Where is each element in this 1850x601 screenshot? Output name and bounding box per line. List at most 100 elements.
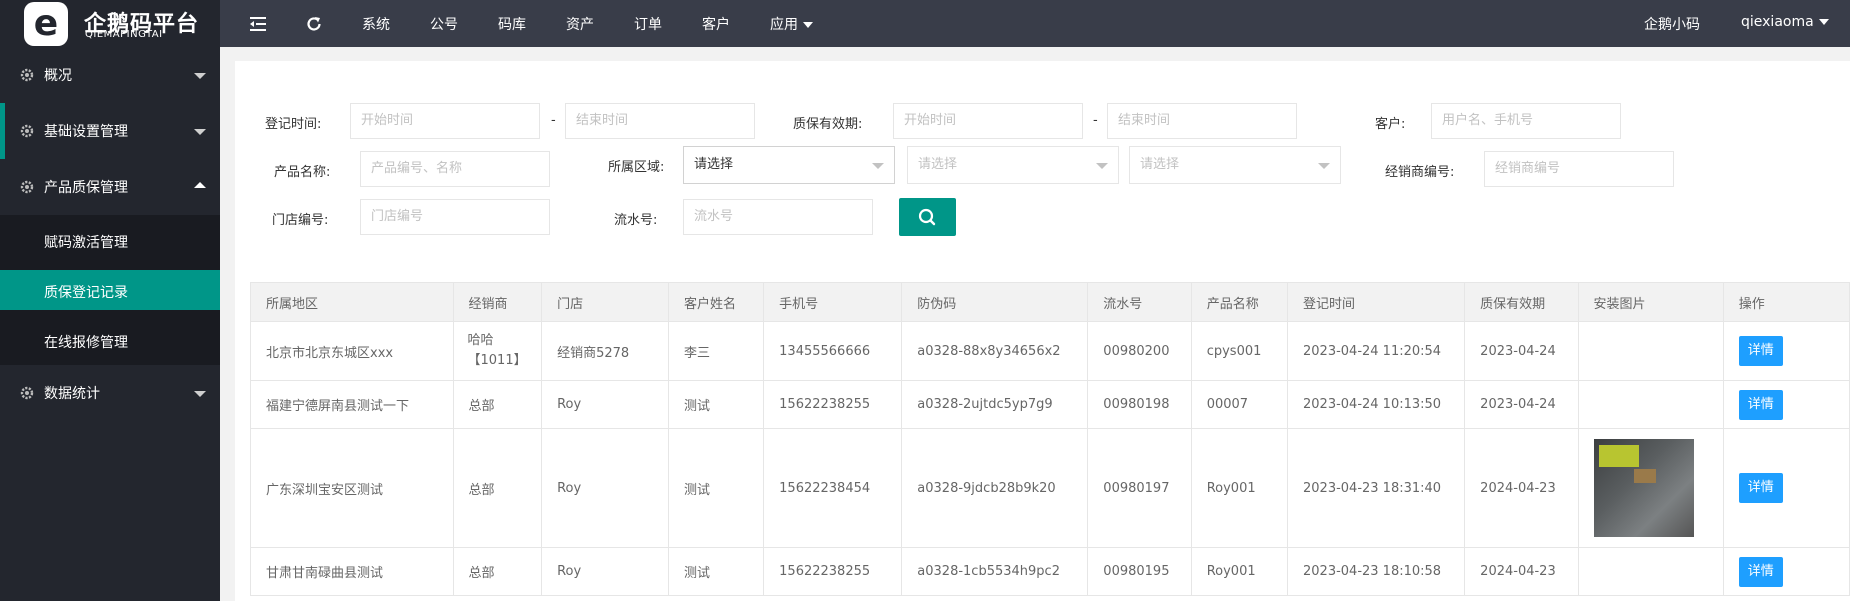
sidebar-item-product-warranty[interactable]: 产品质保管理 bbox=[0, 159, 220, 215]
search-icon bbox=[918, 208, 936, 226]
product-input[interactable]: 产品编号、名称 bbox=[360, 151, 550, 187]
nav-apps-label: 应用 bbox=[770, 17, 798, 33]
cell-warranty: 2023-04-24 bbox=[1464, 321, 1579, 381]
cell-anti-fake-code: a0328-9jdcb28b9k20 bbox=[901, 428, 1089, 548]
logo-icon: e bbox=[24, 2, 68, 46]
cell-customer-name: 测试 bbox=[667, 547, 765, 596]
product-label: 产品名称: bbox=[274, 165, 331, 180]
cell-serial: 00980200 bbox=[1087, 321, 1192, 381]
cell-dealer: 哈哈【1011】 bbox=[452, 321, 543, 381]
cell-serial: 00980195 bbox=[1087, 547, 1192, 596]
detail-button[interactable]: 详情 bbox=[1738, 556, 1783, 587]
cell-install-image bbox=[1577, 321, 1724, 381]
top-bar: e 企鹅码平台 QIEMAPINGTAI 系统 公号 码库 资产 订单 客户 应… bbox=[0, 0, 1850, 47]
header-product-name: 产品名称 bbox=[1190, 282, 1289, 322]
logo[interactable]: e 企鹅码平台 QIEMAPINGTAI bbox=[0, 0, 220, 47]
cell-phone: 13455566666 bbox=[763, 321, 903, 381]
cell-warranty: 2023-04-24 bbox=[1464, 380, 1579, 429]
cell-store: 经销商5278 bbox=[541, 321, 669, 381]
chevron-down-icon bbox=[1818, 19, 1829, 25]
cell-dealer: 总部 bbox=[452, 428, 543, 548]
header-phone: 手机号 bbox=[763, 282, 903, 322]
region-district-placeholder: 请选择 bbox=[1140, 157, 1180, 172]
header-install-image: 安装图片 bbox=[1577, 282, 1724, 322]
customer-input[interactable]: 用户名、手机号 bbox=[1431, 103, 1621, 139]
chevron-down-icon bbox=[194, 129, 206, 135]
region-province-value: 请选择 bbox=[694, 157, 734, 172]
menu-collapse-icon[interactable] bbox=[248, 14, 268, 34]
nav-orders[interactable]: 订单 bbox=[634, 14, 662, 34]
warranty-start-input[interactable]: 开始时间 bbox=[893, 103, 1083, 139]
cell-store: Roy bbox=[541, 380, 669, 429]
table-row: 甘肃甘南碌曲县测试 总部 Roy 测试 15622238255 a0328-1c… bbox=[250, 547, 1850, 596]
install-photo-thumbnail[interactable] bbox=[1593, 439, 1694, 537]
header-serial: 流水号 bbox=[1087, 282, 1192, 322]
cell-actions: 详情 bbox=[1722, 428, 1850, 548]
main-content: 登记时间: 开始时间 - 结束时间 质保有效期: 开始时间 - 结束时间 客户:… bbox=[235, 61, 1850, 601]
region-district-select[interactable]: 请选择 bbox=[1129, 146, 1341, 184]
cell-serial: 00980198 bbox=[1087, 380, 1192, 429]
table-header-row: 所属地区 经销商 门店 客户姓名 手机号 防伪码 流水号 产品名称 登记时间 质… bbox=[250, 282, 1850, 322]
sidebar-subitem-online-repair[interactable]: 在线报修管理 bbox=[0, 320, 220, 360]
chevron-down-icon bbox=[1318, 163, 1330, 169]
logo-subtitle: QIEMAPINGTAI bbox=[85, 29, 163, 40]
cell-phone: 15622238255 bbox=[763, 380, 903, 429]
header-reg-time: 登记时间 bbox=[1286, 282, 1466, 322]
chevron-up-icon bbox=[194, 182, 206, 188]
chevron-down-icon bbox=[1096, 163, 1108, 169]
sidebar-item-basic-settings[interactable]: 基础设置管理 bbox=[0, 103, 220, 159]
region-label: 所属区域: bbox=[608, 160, 665, 175]
refresh-icon[interactable] bbox=[304, 14, 324, 34]
gear-icon bbox=[20, 180, 34, 194]
detail-button[interactable]: 详情 bbox=[1738, 389, 1783, 420]
region-province-select[interactable]: 请选择 bbox=[683, 146, 895, 184]
region-city-select[interactable]: 请选择 bbox=[907, 146, 1119, 184]
cell-region: 北京市北京东城区xxx bbox=[250, 321, 454, 381]
cell-install-image bbox=[1577, 380, 1724, 429]
search-button[interactable] bbox=[899, 198, 956, 236]
cell-actions: 详情 bbox=[1722, 380, 1850, 429]
nav-apps-dropdown[interactable]: 应用 bbox=[770, 14, 813, 34]
gear-icon bbox=[20, 68, 34, 82]
sidebar-item-statistics[interactable]: 数据统计 bbox=[0, 365, 220, 421]
cell-actions: 详情 bbox=[1722, 547, 1850, 596]
detail-button[interactable]: 详情 bbox=[1738, 336, 1783, 366]
user-name: qiexiaoma bbox=[1741, 14, 1814, 30]
sidebar-subitem-label: 在线报修管理 bbox=[44, 335, 128, 351]
range-dash: - bbox=[1093, 113, 1098, 128]
header-customer-name: 客户姓名 bbox=[667, 282, 765, 322]
table-row: 广东深圳宝安区测试 总部 Roy 测试 15622238454 a0328-9j… bbox=[250, 428, 1850, 548]
cell-region: 甘肃甘南碌曲县测试 bbox=[250, 547, 454, 596]
miniprogram-link[interactable]: 企鹅小码 bbox=[1644, 14, 1700, 34]
customer-label: 客户: bbox=[1375, 117, 1406, 132]
cell-region: 福建宁德屏南县测试一下 bbox=[250, 380, 454, 429]
cell-anti-fake-code: a0328-88x8y34656x2 bbox=[901, 321, 1089, 381]
nav-code-library[interactable]: 码库 bbox=[498, 14, 526, 34]
nav-customers[interactable]: 客户 bbox=[702, 14, 730, 34]
cell-customer-name: 测试 bbox=[667, 428, 765, 548]
reg-end-input[interactable]: 结束时间 bbox=[565, 103, 755, 139]
nav-system[interactable]: 系统 bbox=[362, 14, 390, 34]
sidebar-item-overview[interactable]: 概况 bbox=[0, 47, 220, 103]
cell-reg-time: 2023-04-24 11:20:54 bbox=[1286, 321, 1466, 381]
dealer-input[interactable]: 经销商编号 bbox=[1484, 151, 1674, 187]
cell-reg-time: 2023-04-23 18:10:58 bbox=[1286, 547, 1466, 596]
store-input[interactable]: 门店编号 bbox=[360, 199, 550, 235]
sidebar-subitem-code-activation[interactable]: 赋码激活管理 bbox=[0, 220, 220, 260]
nav-official-account[interactable]: 公号 bbox=[430, 14, 458, 34]
user-menu[interactable]: qiexiaoma bbox=[1741, 14, 1829, 30]
header-store: 门店 bbox=[541, 282, 669, 322]
reg-start-input[interactable]: 开始时间 bbox=[350, 103, 540, 139]
cell-customer-name: 李三 bbox=[667, 321, 765, 381]
cell-serial: 00980197 bbox=[1087, 428, 1192, 548]
cell-product-name: Roy001 bbox=[1190, 547, 1289, 596]
range-dash: - bbox=[551, 113, 556, 128]
sidebar-subitem-warranty-records[interactable]: 质保登记记录 bbox=[0, 270, 220, 310]
cell-product-name: 00007 bbox=[1190, 380, 1289, 429]
warranty-end-input[interactable]: 结束时间 bbox=[1107, 103, 1297, 139]
table-row: 福建宁德屏南县测试一下 总部 Roy 测试 15622238255 a0328-… bbox=[250, 380, 1850, 429]
serial-input[interactable]: 流水号 bbox=[683, 199, 873, 235]
nav-assets[interactable]: 资产 bbox=[566, 14, 594, 34]
detail-button[interactable]: 详情 bbox=[1738, 473, 1783, 503]
cell-warranty: 2024-04-23 bbox=[1464, 547, 1579, 596]
